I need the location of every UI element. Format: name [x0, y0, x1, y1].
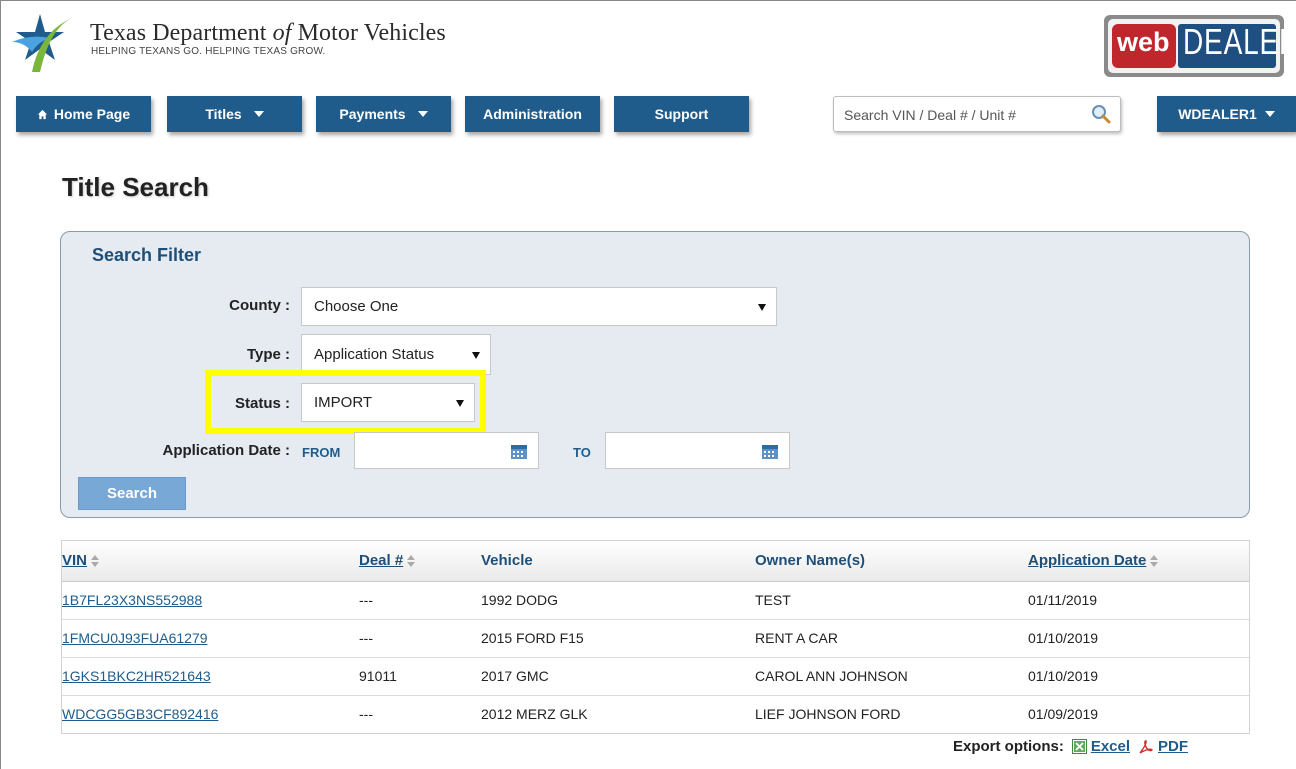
- cell-owner: RENT A CAR: [755, 630, 838, 646]
- results-table: VIN Deal # Vehicle Owner Name(s) Applica…: [61, 540, 1250, 734]
- export-excel-link[interactable]: Excel: [1091, 738, 1130, 755]
- cell-app-date: 01/10/2019: [1028, 668, 1099, 684]
- status-select-value: IMPORT: [314, 394, 373, 411]
- nav-payments-menu[interactable]: Payments: [316, 96, 451, 132]
- from-date-input[interactable]: [354, 432, 539, 469]
- cell-deal: ---: [359, 706, 373, 722]
- table-header-row: VIN Deal # Vehicle Owner Name(s) Applica…: [62, 541, 1249, 582]
- cell-vin[interactable]: 1GKS1BKC2HR521643: [62, 658, 211, 695]
- county-label: County :: [229, 297, 290, 314]
- nav-titles-label: Titles: [205, 106, 242, 122]
- nav-home-button[interactable]: Home Page: [16, 96, 151, 132]
- column-header-deal-label: Deal #: [359, 552, 404, 569]
- chevron-down-icon: [1264, 111, 1275, 117]
- table-row: 1B7FL23X3NS552988 --- 1992 DODG TEST 01/11/2…: [62, 582, 1249, 619]
- nav-home-label: Home Page: [53, 106, 131, 122]
- cell-owner: CAROL ANN JOHNSON: [755, 668, 908, 684]
- table-body: 1B7FL23X3NS552988 --- 1992 DODG TEST 01/11/2…: [62, 582, 1249, 733]
- export-pdf-link[interactable]: PDF: [1158, 738, 1188, 755]
- webdealer-web-text: web: [1117, 27, 1170, 57]
- search-button[interactable]: Search: [78, 477, 186, 510]
- cell-deal: ---: [359, 592, 373, 608]
- column-header-application-date-label: Application Date: [1028, 552, 1147, 569]
- search-filter-title: Search Filter: [92, 245, 202, 265]
- column-header-deal[interactable]: Deal #: [359, 541, 416, 581]
- status-label: Status :: [234, 395, 290, 412]
- pdf-icon: [1139, 739, 1153, 754]
- column-header-vin[interactable]: VIN: [62, 541, 100, 581]
- column-header-vehicle: Vehicle: [481, 552, 533, 569]
- table-row: 1GKS1BKC2HR521643 91011 2017 GMC CAROL ANN …: [62, 657, 1249, 695]
- calendar-icon[interactable]: [510, 442, 528, 460]
- cell-app-date: 01/09/2019: [1028, 706, 1099, 722]
- excel-icon: [1071, 739, 1087, 754]
- cell-app-date: 01/11/2019: [1028, 592, 1098, 608]
- type-select-value: Application Status: [314, 346, 435, 363]
- column-header-owner: Owner Name(s): [755, 552, 866, 569]
- nav-support-label: Support: [654, 106, 709, 122]
- dropdown-arrow-icon: [472, 351, 480, 359]
- txdmv-star-logo: [12, 14, 72, 72]
- nav-payments-label: Payments: [339, 106, 406, 122]
- webdealer-dealer-text: DEALER: [1183, 21, 1296, 62]
- cell-vin[interactable]: 1FMCU0J93FUA61279: [62, 620, 208, 657]
- application-date-label: Application Date :: [162, 442, 290, 459]
- search-icon[interactable]: [1090, 103, 1112, 125]
- cell-vehicle: 2012 MERZ GLK: [481, 706, 588, 722]
- global-search-input[interactable]: [842, 103, 1086, 127]
- cell-vin[interactable]: 1B7FL23X3NS552988: [62, 582, 202, 619]
- table-row: 1FMCU0J93FUA61279 --- 2015 FORD F15 RENT A …: [62, 619, 1249, 657]
- cell-vin[interactable]: WDCGG5GB3CF892416: [62, 696, 218, 733]
- dropdown-arrow-icon: [758, 303, 766, 311]
- from-label: FROM: [302, 445, 341, 460]
- cell-deal: 91011: [359, 668, 397, 684]
- nav-administration-button[interactable]: Administration: [465, 96, 600, 132]
- calendar-icon[interactable]: [761, 442, 779, 460]
- to-label: TO: [573, 445, 591, 460]
- cell-vehicle: 1992 DODG: [481, 592, 559, 608]
- sort-icon: [91, 555, 100, 568]
- column-header-application-date[interactable]: Application Date: [1028, 541, 1159, 581]
- nav-administration-label: Administration: [483, 106, 582, 122]
- cell-owner: LIEF JOHNSON FORD: [755, 706, 901, 722]
- county-select[interactable]: Choose One: [301, 287, 777, 326]
- cell-deal: ---: [359, 630, 373, 646]
- status-select[interactable]: IMPORT: [301, 383, 475, 422]
- type-select[interactable]: Application Status: [301, 334, 491, 375]
- cell-vehicle: 2015 FORD F15: [481, 630, 584, 646]
- chevron-down-icon: [417, 111, 428, 117]
- table-row: WDCGG5GB3CF892416 --- 2012 MERZ GLK LIEF JO…: [62, 695, 1249, 733]
- window-border-left: [0, 0, 1, 769]
- to-date-input[interactable]: [605, 432, 790, 469]
- sort-icon: [407, 555, 416, 568]
- agency-tagline: HELPING TEXANS GO. HELPING TEXAS GROW.: [91, 46, 326, 57]
- window-border-top: [0, 0, 1296, 1]
- agency-name: Texas Department of Motor Vehicles: [90, 20, 446, 46]
- user-menu[interactable]: WDEALER1: [1157, 96, 1296, 132]
- export-options-label: Export options:: [953, 738, 1064, 755]
- cell-vehicle: 2017 GMC: [481, 668, 549, 684]
- chevron-down-icon: [253, 111, 264, 117]
- global-search-box: [833, 96, 1121, 132]
- user-menu-label: WDEALER1: [1178, 106, 1257, 122]
- dropdown-arrow-icon: [456, 399, 464, 407]
- nav-titles-menu[interactable]: Titles: [167, 96, 302, 132]
- column-header-vin-label: VIN: [62, 552, 88, 569]
- nav-support-button[interactable]: Support: [614, 96, 749, 132]
- county-select-value: Choose One: [314, 298, 399, 315]
- sort-icon: [1150, 555, 1159, 568]
- cell-owner: TEST: [755, 592, 791, 608]
- page-title: Title Search: [62, 172, 209, 202]
- export-options: Export options: Excel PDF: [953, 738, 1188, 755]
- home-icon: [37, 109, 47, 119]
- type-label: Type :: [246, 346, 290, 363]
- cell-app-date: 01/10/2019: [1028, 630, 1099, 646]
